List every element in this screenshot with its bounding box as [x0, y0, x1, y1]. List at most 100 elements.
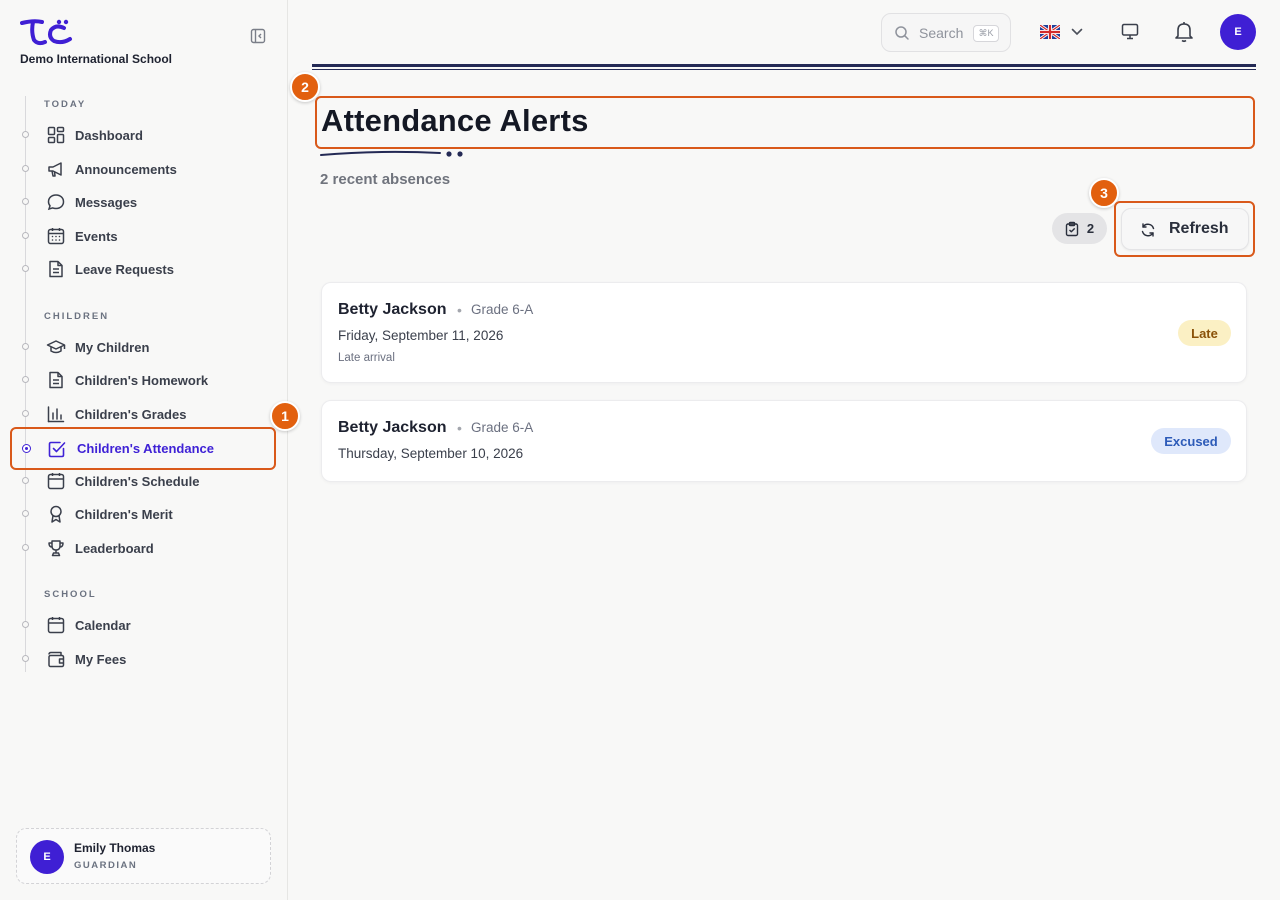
page-title: Attendance Alerts [321, 103, 589, 138]
status-badge-late: Late [1178, 320, 1231, 346]
monitor-icon[interactable] [1121, 23, 1139, 40]
sidebar-item-announcements[interactable]: Announcements [10, 151, 276, 187]
search-input[interactable]: Search ⌘K [881, 13, 1011, 52]
clipboard-check-icon [1065, 221, 1079, 236]
sidebar-item-dashboard[interactable]: Dashboard [10, 117, 276, 153]
header-rule [312, 64, 1256, 67]
separator-dot: • [457, 302, 462, 318]
sidebar-item-my-fees[interactable]: My Fees [10, 641, 276, 677]
nav-dot [22, 477, 29, 484]
user-role: GUARDIAN [74, 860, 138, 871]
checkbox-icon [48, 441, 66, 458]
sidebar-item-events[interactable]: Events [10, 218, 276, 254]
bar-chart-icon [47, 406, 65, 423]
award-icon [50, 505, 62, 523]
alert-date: Friday, September 11, 2026 [338, 328, 504, 343]
calendar-icon [47, 617, 65, 634]
nav-dot [22, 131, 29, 138]
sidebar-item-label: Children's Merit [75, 506, 173, 522]
calendar-grid-icon [47, 228, 65, 245]
megaphone-icon [48, 162, 62, 177]
sidebar-item-label: Children's Grades [75, 406, 187, 422]
sidebar-item-label: Dashboard [75, 127, 143, 143]
separator-dot: • [457, 420, 462, 436]
language-selector[interactable] [1038, 22, 1088, 42]
trophy-icon [48, 540, 64, 557]
section-title-today: TODAY [44, 99, 87, 110]
refresh-icon [1141, 223, 1155, 237]
page-subtitle: 2 recent absences [320, 171, 451, 188]
alert-date: Thursday, September 10, 2026 [338, 446, 524, 461]
nav-dot [22, 165, 29, 172]
section-title-children: CHILDREN [44, 311, 110, 322]
sidebar-item-label: My Children [75, 339, 150, 355]
search-icon [895, 26, 909, 40]
attendance-alert-card[interactable]: Betty Jackson • Grade 6-A Thursday, Sept… [321, 400, 1247, 482]
absence-count-badge: 2 [1052, 213, 1107, 244]
user-name: Emily Thomas [74, 841, 156, 855]
wallet-icon [48, 651, 65, 668]
student-grade: Grade 6-A [471, 302, 534, 317]
sidebar-item-calendar[interactable]: Calendar [10, 607, 276, 643]
attendance-alert-card[interactable]: Betty Jackson • Grade 6-A Friday, Septem… [321, 282, 1247, 383]
refresh-button[interactable]: Refresh [1121, 208, 1249, 250]
sidebar-item-label: Leave Requests [75, 261, 174, 277]
section-title-school: SCHOOL [44, 589, 97, 600]
sidebar-item-childrens-homework[interactable]: Children's Homework [10, 362, 276, 398]
nav-dot [22, 232, 29, 239]
sidebar-item-leave-requests[interactable]: Leave Requests [10, 251, 276, 287]
sidebar-item-label: Events [75, 228, 118, 244]
brand: Demo International School [20, 18, 172, 66]
nav-dot [22, 544, 29, 551]
nav-dot [22, 621, 29, 628]
nav-dot [22, 265, 29, 272]
nav-dot-active [22, 444, 31, 453]
user-avatar-button[interactable]: E [1220, 14, 1256, 50]
sidebar-item-label: Children's Schedule [75, 473, 200, 489]
sidebar-item-messages[interactable]: Messages [10, 184, 276, 220]
nav-dot [22, 198, 29, 205]
calendar-icon [47, 473, 65, 490]
search-shortcut: ⌘K [973, 25, 999, 42]
sidebar-item-childrens-schedule[interactable]: Children's Schedule [10, 463, 276, 499]
alert-note: Late arrival [338, 352, 395, 364]
sidebar-item-label: My Fees [75, 651, 127, 667]
sidebar-item-label: Leaderboard [75, 540, 154, 556]
search-placeholder: Search [919, 25, 964, 41]
uk-flag-icon [1040, 25, 1060, 39]
collapse-sidebar-icon[interactable] [250, 28, 268, 44]
sidebar-item-my-children[interactable]: My Children [10, 329, 276, 365]
sidebar-item-label: Children's Homework [75, 372, 209, 388]
sidebar-item-label: Messages [75, 194, 138, 210]
title-highlight: Attendance Alerts [315, 96, 1255, 149]
absence-count: 2 [1086, 221, 1095, 236]
sidebar-item-label: Children's Attendance [77, 441, 214, 456]
school-logo [20, 19, 72, 46]
sidebar-item-label: Announcements [75, 161, 177, 177]
chat-bubble-icon [47, 194, 65, 211]
graduation-cap-icon [46, 340, 66, 354]
nav-dot [22, 655, 29, 662]
student-grade: Grade 6-A [471, 420, 534, 435]
nav-dot [22, 343, 29, 350]
sidebar-item-label: Calendar [75, 617, 131, 633]
header-rule-thin [312, 69, 1256, 70]
title-underline-decoration [320, 150, 463, 157]
document-icon [49, 371, 63, 389]
step-marker-1: 1 [270, 401, 300, 431]
document-icon [49, 260, 63, 278]
sidebar: Demo International School TODAY CHILDREN… [0, 0, 300, 900]
user-card[interactable]: E Emily Thomas GUARDIAN [16, 828, 271, 884]
bell-icon[interactable] [1173, 20, 1195, 43]
refresh-label: Refresh [1169, 220, 1229, 237]
nav-dot [22, 510, 29, 517]
dashboard-icon [47, 126, 65, 144]
chevron-down-icon [1071, 28, 1083, 36]
refresh-highlight: Refresh [1114, 201, 1255, 257]
sidebar-item-childrens-merit[interactable]: Children's Merit [10, 496, 276, 532]
nav-dot [22, 410, 29, 417]
sidebar-item-leaderboard[interactable]: Leaderboard [10, 530, 276, 566]
nav-dot [22, 376, 29, 383]
status-badge-excused: Excused [1151, 428, 1231, 454]
user-avatar: E [30, 840, 64, 874]
